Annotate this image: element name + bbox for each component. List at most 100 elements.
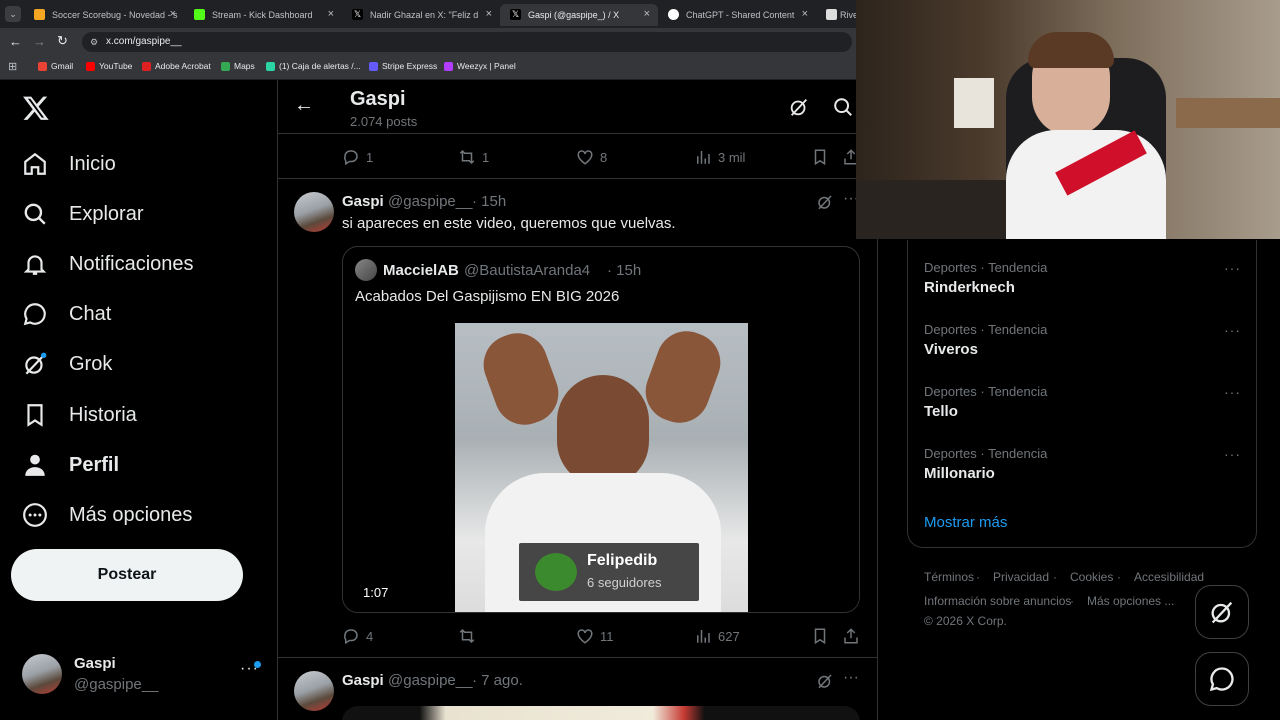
trend-item-tello[interactable]: Tello — [924, 403, 958, 420]
close-tab-icon[interactable]: × — [486, 8, 492, 20]
webcam-desk — [856, 180, 1006, 239]
nav-item-inicio[interactable]: Inicio — [22, 144, 116, 184]
bookmark-button[interactable] — [811, 627, 829, 645]
views-button[interactable]: 3 mil — [694, 148, 745, 166]
tweet[interactable]: Gaspi @gaspipe__ · 15h ··· si apareces e… — [278, 180, 877, 658]
nav-item-grok[interactable]: Grok — [22, 344, 112, 384]
close-tab-icon[interactable]: × — [802, 8, 808, 20]
trend-item-rinderknech[interactable]: Rinderknech — [924, 279, 1015, 296]
browser-tab[interactable]: Rive — [816, 4, 856, 26]
footer-privacy[interactable]: Privacidad — [993, 570, 1049, 584]
back-icon[interactable]: ← — [9, 34, 22, 49]
bookmark-weezyx[interactable]: Weezyx | Panel — [444, 61, 516, 71]
trend-item-viveros[interactable]: Viveros — [924, 341, 978, 358]
search-icon[interactable] — [832, 96, 854, 123]
avatar[interactable] — [294, 671, 334, 711]
chat-icon — [1209, 667, 1234, 692]
tweet-time[interactable]: · 15h — [472, 193, 506, 210]
show-more-link[interactable]: Mostrar más — [924, 514, 1007, 531]
bookmark-button[interactable] — [811, 148, 829, 166]
browser-tab-active[interactable]: 𝕏 Gaspi (@gaspipe_) / X × — [500, 4, 658, 26]
footer-cookies[interactable]: Cookies — [1070, 570, 1113, 584]
footer-ads[interactable]: Información sobre anuncios — [924, 594, 1071, 608]
reload-icon[interactable]: ↻ — [57, 33, 68, 49]
trend-item-millonario[interactable]: Millonario — [924, 465, 995, 482]
share-button[interactable] — [842, 627, 860, 645]
like-button[interactable]: 11 — [576, 627, 614, 645]
footer-more[interactable]: Más opciones ... — [1087, 594, 1174, 608]
site-info-icon[interactable]: ⚙ — [90, 32, 98, 52]
webcam-overlay — [856, 0, 1280, 239]
overlay-avatar — [535, 553, 577, 591]
browser-tab[interactable]: Stream - Kick Dashboard × — [184, 4, 342, 26]
reply-icon — [344, 150, 358, 166]
like-button[interactable]: 8 — [576, 148, 607, 166]
grok-icon[interactable] — [816, 672, 834, 695]
quote-time: · 15h — [607, 262, 642, 279]
close-tab-icon[interactable]: × — [328, 8, 334, 20]
bookmark-alerts[interactable]: (1) Caja de alertas /... — [266, 61, 361, 71]
quote-text: Acabados Del Gaspijismo EN BIG 2026 — [355, 288, 620, 305]
bookmark-icon — [814, 149, 826, 166]
bookmark-maps[interactable]: Maps — [221, 61, 255, 71]
bookmark-youtube[interactable]: YouTube — [86, 61, 132, 71]
trend-more-icon[interactable]: ··· — [1224, 384, 1241, 400]
nav-item-notificaciones[interactable]: Notificaciones — [22, 244, 194, 284]
grok-icon[interactable] — [788, 96, 810, 123]
views-icon — [697, 151, 710, 164]
url-field[interactable]: ⚙ x.com/gaspipe__ — [82, 32, 852, 52]
trend-more-icon[interactable]: ··· — [1224, 322, 1241, 338]
nav-item-perfil[interactable]: Perfil — [22, 445, 119, 485]
browser-tab[interactable]: ChatGPT - Shared Content × — [658, 4, 816, 26]
post-button[interactable]: Postear — [11, 549, 243, 601]
nav-item-historia[interactable]: Historia — [22, 395, 137, 435]
tweet-more-icon[interactable]: ··· — [843, 669, 859, 687]
close-tab-icon[interactable]: × — [644, 8, 650, 20]
repost-button[interactable] — [458, 627, 482, 645]
footer-separator: · — [1070, 594, 1074, 608]
views-button[interactable]: 627 — [694, 627, 740, 645]
share-icon — [844, 628, 858, 644]
x-logo-icon: 𝕏 — [352, 9, 363, 20]
browser-tab[interactable]: 𝕏 Nadir Ghazal en X: "Feliz día de× — [342, 4, 500, 26]
tab-list-dropdown[interactable]: ⌄ — [5, 6, 21, 22]
trend-more-icon[interactable]: ··· — [1224, 446, 1241, 462]
tweet-author-name[interactable]: Gaspi — [342, 193, 384, 210]
nav-item-mas-opciones[interactable]: Más opciones — [22, 495, 192, 535]
repost-button[interactable]: 1 — [458, 148, 489, 166]
bookmark-adobe[interactable]: Adobe Acrobat — [142, 61, 211, 71]
footer-accessibility[interactable]: Accesibilidad — [1134, 570, 1204, 584]
back-arrow-icon[interactable]: ← — [294, 94, 314, 117]
x-logo-icon[interactable] — [22, 94, 50, 127]
tweet[interactable]: Gaspi @gaspipe__ · 7 ago. ··· — [278, 659, 877, 720]
reply-button[interactable]: 1 — [342, 148, 373, 166]
footer-terms[interactable]: Términos — [924, 570, 974, 584]
video-player[interactable]: Felipedib 6 seguidores 1:07 — [343, 322, 859, 612]
repost-icon — [459, 149, 475, 165]
account-switcher[interactable]: Gaspi @gaspipe__ ··· — [22, 652, 266, 698]
tweet-time[interactable]: · 7 ago. — [472, 672, 523, 689]
avatar[interactable] — [294, 192, 334, 232]
messages-fab[interactable] — [1195, 652, 1249, 706]
reply-button[interactable]: 4 — [342, 627, 373, 645]
tweet-author-name[interactable]: Gaspi — [342, 672, 384, 689]
nav-item-explorar[interactable]: Explorar — [22, 194, 143, 234]
browser-tab[interactable]: Soccer Scorebug - Novedad - s × — [24, 4, 184, 26]
views-icon — [697, 630, 710, 643]
grok-fab[interactable] — [1195, 585, 1249, 639]
forward-icon[interactable]: → — [33, 34, 46, 49]
close-tab-icon[interactable]: × — [170, 8, 176, 20]
trends-panel: Deportes · Tendencia Rinderknech ··· Dep… — [907, 240, 1257, 548]
bookmark-stripe[interactable]: Stripe Express — [369, 61, 437, 71]
grok-icon[interactable] — [816, 193, 834, 216]
bookmark-gmail[interactable]: Gmail — [38, 61, 73, 71]
apps-grid-icon[interactable]: ⊞ — [8, 60, 17, 73]
trend-more-icon[interactable]: ··· — [1224, 260, 1241, 276]
bookmarks-bar: ⊞ Gmail YouTube Adobe Acrobat Maps (1) C… — [0, 56, 856, 80]
notification-dot — [254, 661, 261, 668]
person-icon — [25, 454, 45, 476]
nav-item-chat[interactable]: Chat — [22, 294, 111, 334]
quoted-tweet[interactable]: MaccielAB @BautistaAranda4 · 15h Acabado… — [342, 246, 860, 613]
tweet-author-handle[interactable]: @gaspipe__ — [388, 193, 472, 210]
tweet-author-handle[interactable]: @gaspipe__ — [388, 672, 472, 689]
